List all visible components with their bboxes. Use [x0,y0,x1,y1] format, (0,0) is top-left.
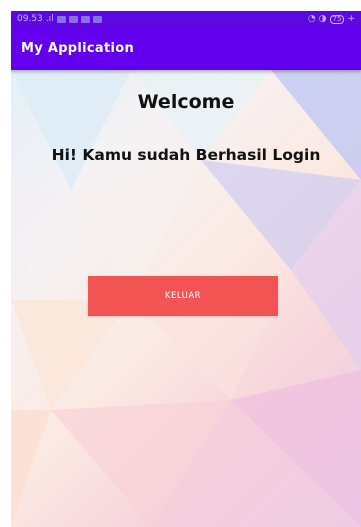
notification-icon [80,15,90,23]
welcome-heading: Welcome [137,91,235,113]
status-left: 09.53 .ıl [17,14,102,24]
status-bar: 09.53 .ıl ◔ ◑ 75 + [11,11,361,27]
logout-button[interactable]: KELUAR [88,276,278,316]
status-right: ◔ ◑ 75 + [308,14,355,24]
login-success-message: Hi! Kamu sudah Berhasil Login [51,146,321,164]
phone-screen: 09.53 .ıl ◔ ◑ 75 + My Application Welcom… [11,11,361,527]
data-icon: ◑ [318,14,327,24]
status-time: 09.53 [17,14,43,24]
notification-icon [92,15,102,23]
battery-icon: 75 [329,14,345,24]
notification-icon [56,15,66,23]
wifi-icon [68,15,78,23]
alarm-icon: ◔ [307,14,316,24]
signal-icon: .ıl [45,14,54,24]
app-title: My Application [21,41,135,56]
app-bar: My Application [11,27,361,70]
charging-icon: + [347,14,355,24]
